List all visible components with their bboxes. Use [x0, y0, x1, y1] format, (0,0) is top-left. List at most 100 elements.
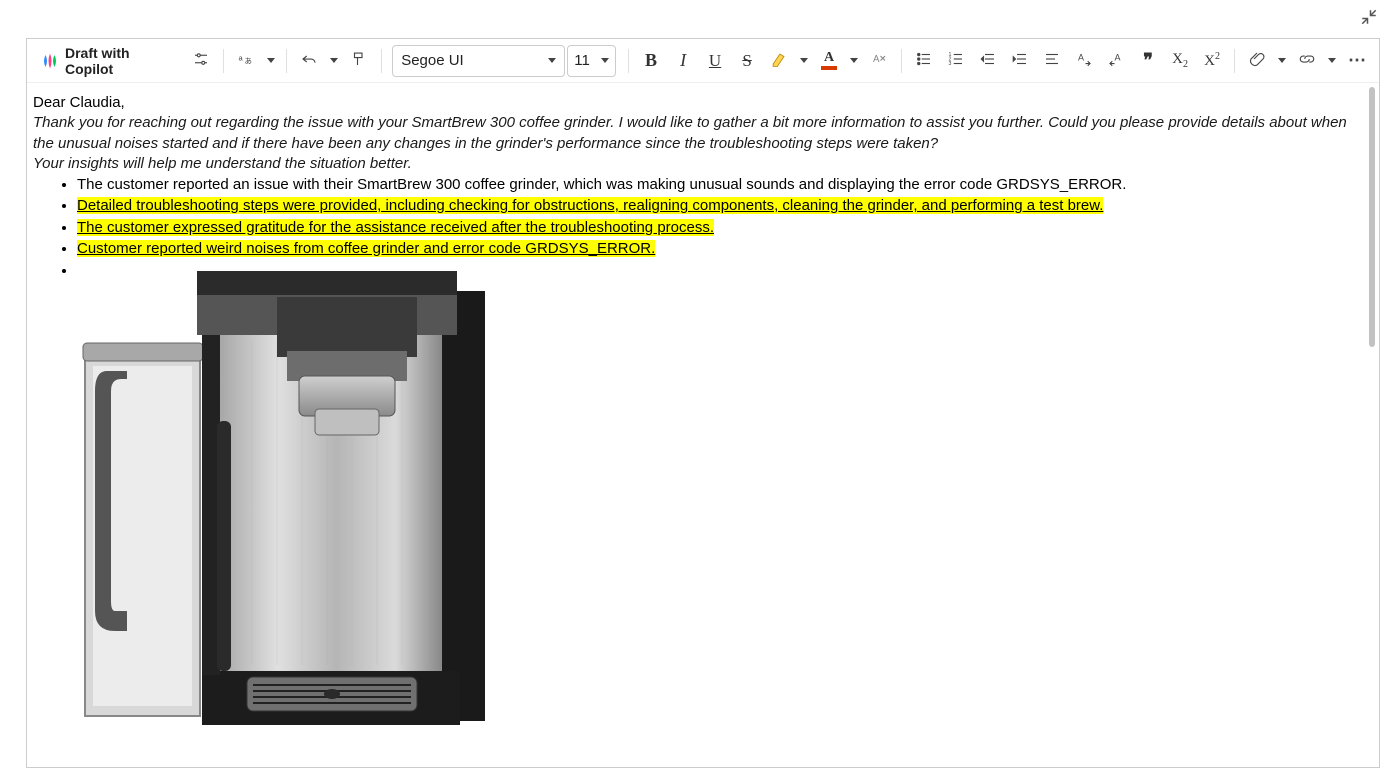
- svg-text:あ: あ: [245, 57, 253, 66]
- ellipsis-icon: ⋯: [1348, 50, 1366, 71]
- copilot-icon: [41, 52, 59, 70]
- bold-icon: B: [645, 50, 657, 71]
- chevron-down-icon: [267, 58, 275, 63]
- link-button[interactable]: [1291, 45, 1323, 77]
- superscript-icon: X2: [1204, 51, 1220, 70]
- inline-image-coffee-maker[interactable]: [77, 261, 1359, 731]
- language-dropdown[interactable]: [262, 45, 280, 77]
- chevron-down-icon: [800, 58, 808, 63]
- ltr-button[interactable]: A: [1068, 45, 1100, 77]
- chevron-down-icon: [850, 58, 858, 63]
- bulleted-list-button[interactable]: [908, 45, 940, 77]
- bullet-list-icon: [915, 50, 933, 71]
- chevron-down-icon: [601, 58, 609, 63]
- more-options-button[interactable]: ⋯: [1341, 45, 1373, 77]
- intro-line1: Thank you for reaching out regarding the…: [33, 114, 1347, 151]
- salutation-line: Dear Claudia,: [33, 93, 1359, 113]
- copilot-options-button[interactable]: [185, 45, 217, 77]
- align-icon: [1043, 50, 1061, 71]
- collapse-button[interactable]: [1358, 6, 1380, 28]
- quote-button[interactable]: ❞: [1132, 45, 1164, 77]
- link-icon: [1298, 50, 1316, 71]
- svg-text:A: A: [873, 54, 880, 65]
- sliders-icon: [192, 50, 210, 71]
- undo-icon: [300, 50, 318, 71]
- paintbrush-icon: [350, 50, 368, 71]
- font-size-select[interactable]: 11: [567, 45, 616, 77]
- scroll-thumb[interactable]: [1369, 87, 1375, 347]
- content-scroll-wrap: Dear Claudia, Thank you for reaching out…: [27, 83, 1379, 767]
- highlight-button[interactable]: [763, 45, 795, 77]
- separator: [223, 49, 224, 73]
- language-icon: aあ: [237, 50, 255, 71]
- separator: [381, 49, 382, 73]
- indent-icon: [1011, 50, 1029, 71]
- bullet-text: Detailed troubleshooting steps were prov…: [77, 197, 1103, 214]
- decrease-indent-button[interactable]: [972, 45, 1004, 77]
- attach-button[interactable]: [1241, 45, 1273, 77]
- chevron-down-icon: [548, 58, 556, 63]
- bullet-text: The customer expressed gratitude for the…: [77, 219, 714, 236]
- email-body[interactable]: Dear Claudia, Thank you for reaching out…: [27, 83, 1365, 767]
- subscript-icon: X2: [1172, 51, 1188, 70]
- link-dropdown[interactable]: [1323, 45, 1341, 77]
- svg-text:A: A: [1078, 53, 1084, 63]
- email-editor-frame: Draft with Copilot aあ: [26, 38, 1380, 768]
- intro-paragraph: Thank you for reaching out regarding the…: [33, 113, 1359, 174]
- format-painter-button[interactable]: [343, 45, 375, 77]
- italic-button[interactable]: I: [667, 45, 699, 77]
- ltr-icon: A: [1075, 50, 1093, 71]
- separator: [286, 49, 287, 73]
- chevron-down-icon: [1328, 58, 1336, 63]
- undo-button[interactable]: [293, 45, 325, 77]
- font-family-select[interactable]: Segoe UI: [392, 45, 565, 77]
- copilot-label: Draft with Copilot: [65, 45, 177, 77]
- numbered-list-button[interactable]: 123: [940, 45, 972, 77]
- draft-with-copilot-button[interactable]: Draft with Copilot: [33, 45, 185, 77]
- separator: [901, 49, 902, 73]
- strikethrough-button[interactable]: S: [731, 45, 763, 77]
- language-button[interactable]: aあ: [230, 45, 262, 77]
- highlight-dropdown[interactable]: [795, 45, 813, 77]
- number-list-icon: 123: [947, 50, 965, 71]
- quote-icon: ❞: [1143, 50, 1153, 71]
- increase-indent-button[interactable]: [1004, 45, 1036, 77]
- separator: [1234, 49, 1235, 73]
- clear-format-icon: A: [870, 50, 888, 71]
- bullet-item: Detailed troubleshooting steps were prov…: [77, 196, 1359, 216]
- summary-bullet-list: The customer reported an issue with thei…: [33, 175, 1359, 731]
- bullet-item: Customer reported weird noises from coff…: [77, 239, 1359, 259]
- subscript-button[interactable]: X2: [1164, 45, 1196, 77]
- separator: [628, 49, 629, 73]
- underline-icon: U: [709, 51, 721, 71]
- svg-text:A: A: [1115, 53, 1121, 63]
- clear-formatting-button[interactable]: A: [863, 45, 895, 77]
- vertical-scrollbar[interactable]: [1365, 83, 1379, 767]
- bold-button[interactable]: B: [635, 45, 667, 77]
- intro-line2: Your insights will help me understand th…: [33, 155, 412, 172]
- chevron-down-icon: [1278, 58, 1286, 63]
- attach-dropdown[interactable]: [1273, 45, 1291, 77]
- bullet-text: The customer reported an issue with thei…: [77, 176, 1126, 193]
- image-bullet: [77, 261, 1359, 731]
- outdent-icon: [979, 50, 997, 71]
- highlighter-icon: [769, 49, 789, 72]
- bullet-item: The customer reported an issue with thei…: [77, 175, 1359, 195]
- font-color-dropdown[interactable]: [845, 45, 863, 77]
- paperclip-icon: [1248, 50, 1266, 71]
- font-family-value: Segoe UI: [401, 52, 464, 69]
- undo-dropdown[interactable]: [325, 45, 343, 77]
- superscript-button[interactable]: X2: [1196, 45, 1228, 77]
- italic-icon: I: [680, 50, 686, 71]
- rtl-button[interactable]: A: [1100, 45, 1132, 77]
- formatting-toolbar: Draft with Copilot aあ: [27, 39, 1379, 83]
- font-color-button[interactable]: A: [813, 45, 845, 77]
- bullet-item: The customer expressed gratitude for the…: [77, 218, 1359, 238]
- chevron-down-icon: [330, 58, 338, 63]
- font-color-icon: A: [821, 52, 837, 70]
- bullet-text: Customer reported weird noises from coff…: [77, 240, 655, 257]
- align-button[interactable]: [1036, 45, 1068, 77]
- svg-text:3: 3: [949, 61, 952, 67]
- underline-button[interactable]: U: [699, 45, 731, 77]
- rtl-icon: A: [1107, 50, 1125, 71]
